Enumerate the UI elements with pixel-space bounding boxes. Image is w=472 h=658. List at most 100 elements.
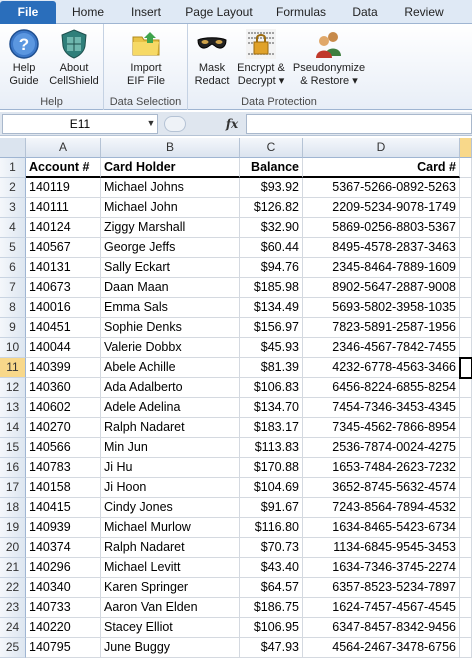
table-cell[interactable]: 7823-5891-2587-1956 bbox=[303, 318, 460, 338]
table-cell[interactable]: Cindy Jones bbox=[101, 498, 240, 518]
table-cell[interactable]: $64.57 bbox=[240, 578, 303, 598]
row-header[interactable]: 8 bbox=[0, 298, 26, 318]
tab-home[interactable]: Home bbox=[60, 2, 116, 24]
table-cell[interactable]: 140124 bbox=[26, 218, 101, 238]
table-cell[interactable]: 140158 bbox=[26, 478, 101, 498]
column-header-c[interactable]: C bbox=[240, 138, 303, 158]
table-cell[interactable] bbox=[460, 238, 472, 258]
table-cell[interactable]: 2209-5234-9078-1749 bbox=[303, 198, 460, 218]
table-cell[interactable] bbox=[460, 618, 472, 638]
table-cell[interactable]: Michael John bbox=[101, 198, 240, 218]
table-cell[interactable]: 4232-6778-4563-3466 bbox=[303, 358, 460, 378]
row-header[interactable]: 21 bbox=[0, 558, 26, 578]
row-header[interactable]: 4 bbox=[0, 218, 26, 238]
tab-page-layout[interactable]: Page Layout bbox=[178, 2, 260, 24]
table-cell[interactable]: 140360 bbox=[26, 378, 101, 398]
table-cell[interactable]: 5693-5802-3958-1035 bbox=[303, 298, 460, 318]
table-cell[interactable]: 1653-7484-2623-7232 bbox=[303, 458, 460, 478]
table-cell[interactable]: Stacey Elliot bbox=[101, 618, 240, 638]
table-cell[interactable] bbox=[460, 278, 472, 298]
row-header[interactable]: 23 bbox=[0, 598, 26, 618]
table-cell[interactable] bbox=[460, 558, 472, 578]
table-cell[interactable]: 140111 bbox=[26, 198, 101, 218]
table-cell[interactable]: $93.92 bbox=[240, 178, 303, 198]
table-cell[interactable]: 2345-8464-7889-1609 bbox=[303, 258, 460, 278]
table-cell[interactable] bbox=[460, 518, 472, 538]
table-cell[interactable]: George Jeffs bbox=[101, 238, 240, 258]
table-cell[interactable]: Ziggy Marshall bbox=[101, 218, 240, 238]
table-cell[interactable]: $104.69 bbox=[240, 478, 303, 498]
table-cell[interactable]: $81.39 bbox=[240, 358, 303, 378]
about-cellshield-button[interactable]: About CellShield bbox=[46, 28, 102, 88]
table-cell[interactable]: $47.93 bbox=[240, 638, 303, 658]
table-cell[interactable]: $70.73 bbox=[240, 538, 303, 558]
tab-insert[interactable]: Insert bbox=[118, 2, 174, 24]
table-cell[interactable]: Karen Springer bbox=[101, 578, 240, 598]
row-header[interactable]: 24 bbox=[0, 618, 26, 638]
row-header[interactable]: 25 bbox=[0, 638, 26, 658]
table-cell[interactable]: $32.90 bbox=[240, 218, 303, 238]
table-cell[interactable]: Abele Achille bbox=[101, 358, 240, 378]
table-cell[interactable]: $186.75 bbox=[240, 598, 303, 618]
table-cell[interactable]: 140939 bbox=[26, 518, 101, 538]
table-cell[interactable]: 140451 bbox=[26, 318, 101, 338]
table-cell[interactable]: 5869-0256-8803-5367 bbox=[303, 218, 460, 238]
name-box[interactable]: E11 bbox=[2, 114, 158, 134]
table-cell[interactable] bbox=[460, 458, 472, 478]
row-header[interactable]: 13 bbox=[0, 398, 26, 418]
tab-review[interactable]: Review bbox=[396, 2, 452, 24]
column-header-e[interactable] bbox=[460, 138, 472, 158]
table-cell[interactable]: $106.95 bbox=[240, 618, 303, 638]
table-cell[interactable]: 140340 bbox=[26, 578, 101, 598]
table-cell[interactable]: Michael Murlow bbox=[101, 518, 240, 538]
table-cell[interactable]: Ralph Nadaret bbox=[101, 418, 240, 438]
table-cell[interactable]: 140783 bbox=[26, 458, 101, 478]
row-header[interactable]: 9 bbox=[0, 318, 26, 338]
table-cell[interactable]: 3652-8745-5632-4574 bbox=[303, 478, 460, 498]
mask-redact-button[interactable]: Mask Redact bbox=[192, 28, 232, 88]
table-cell[interactable]: $60.44 bbox=[240, 238, 303, 258]
active-cell-outline[interactable] bbox=[459, 357, 472, 379]
table-cell[interactable]: 140567 bbox=[26, 238, 101, 258]
table-cell[interactable]: 1624-7457-4567-4545 bbox=[303, 598, 460, 618]
table-cell[interactable]: Ji Hu bbox=[101, 458, 240, 478]
table-cell[interactable]: $94.76 bbox=[240, 258, 303, 278]
row-header[interactable]: 18 bbox=[0, 498, 26, 518]
column-header-a[interactable]: A bbox=[26, 138, 101, 158]
table-cell[interactable]: Michael Johns bbox=[101, 178, 240, 198]
table-cell[interactable] bbox=[460, 478, 472, 498]
table-cell[interactable]: Sally Eckart bbox=[101, 258, 240, 278]
table-cell[interactable] bbox=[460, 298, 472, 318]
table-cell[interactable]: 5367-5266-0892-5263 bbox=[303, 178, 460, 198]
table-cell[interactable]: 7345-4562-7866-8954 bbox=[303, 418, 460, 438]
tab-formulas[interactable]: Formulas bbox=[268, 2, 334, 24]
table-cell[interactable] bbox=[460, 578, 472, 598]
table-cell[interactable] bbox=[460, 638, 472, 658]
table-cell[interactable]: 1634-8465-5423-6734 bbox=[303, 518, 460, 538]
pseudonymize-restore-button[interactable]: Pseudonymize & Restore ▾ bbox=[290, 28, 368, 88]
table-cell[interactable]: 4564-2467-3478-6756 bbox=[303, 638, 460, 658]
table-cell[interactable] bbox=[460, 258, 472, 278]
table-cell[interactable]: Emma Sals bbox=[101, 298, 240, 318]
table-cell[interactable] bbox=[460, 598, 472, 618]
table-cell[interactable]: $134.49 bbox=[240, 298, 303, 318]
row-header[interactable]: 20 bbox=[0, 538, 26, 558]
header-cell[interactable]: Account # bbox=[26, 158, 101, 178]
row-header[interactable]: 2 bbox=[0, 178, 26, 198]
table-cell[interactable]: $156.97 bbox=[240, 318, 303, 338]
column-header-d[interactable]: D bbox=[303, 138, 460, 158]
table-cell[interactable]: 140733 bbox=[26, 598, 101, 618]
table-cell[interactable]: 140044 bbox=[26, 338, 101, 358]
table-cell[interactable] bbox=[460, 418, 472, 438]
table-cell[interactable]: 140415 bbox=[26, 498, 101, 518]
encrypt-decrypt-button[interactable]: Encrypt & Decrypt ▾ bbox=[234, 28, 288, 88]
table-cell[interactable] bbox=[460, 198, 472, 218]
formula-input[interactable] bbox=[246, 114, 472, 134]
row-header[interactable]: 22 bbox=[0, 578, 26, 598]
table-cell[interactable]: $185.98 bbox=[240, 278, 303, 298]
table-cell[interactable]: Min Jun bbox=[101, 438, 240, 458]
table-cell[interactable] bbox=[460, 338, 472, 358]
row-header[interactable]: 6 bbox=[0, 258, 26, 278]
table-cell[interactable]: $106.83 bbox=[240, 378, 303, 398]
row-header[interactable]: 1 bbox=[0, 158, 26, 178]
